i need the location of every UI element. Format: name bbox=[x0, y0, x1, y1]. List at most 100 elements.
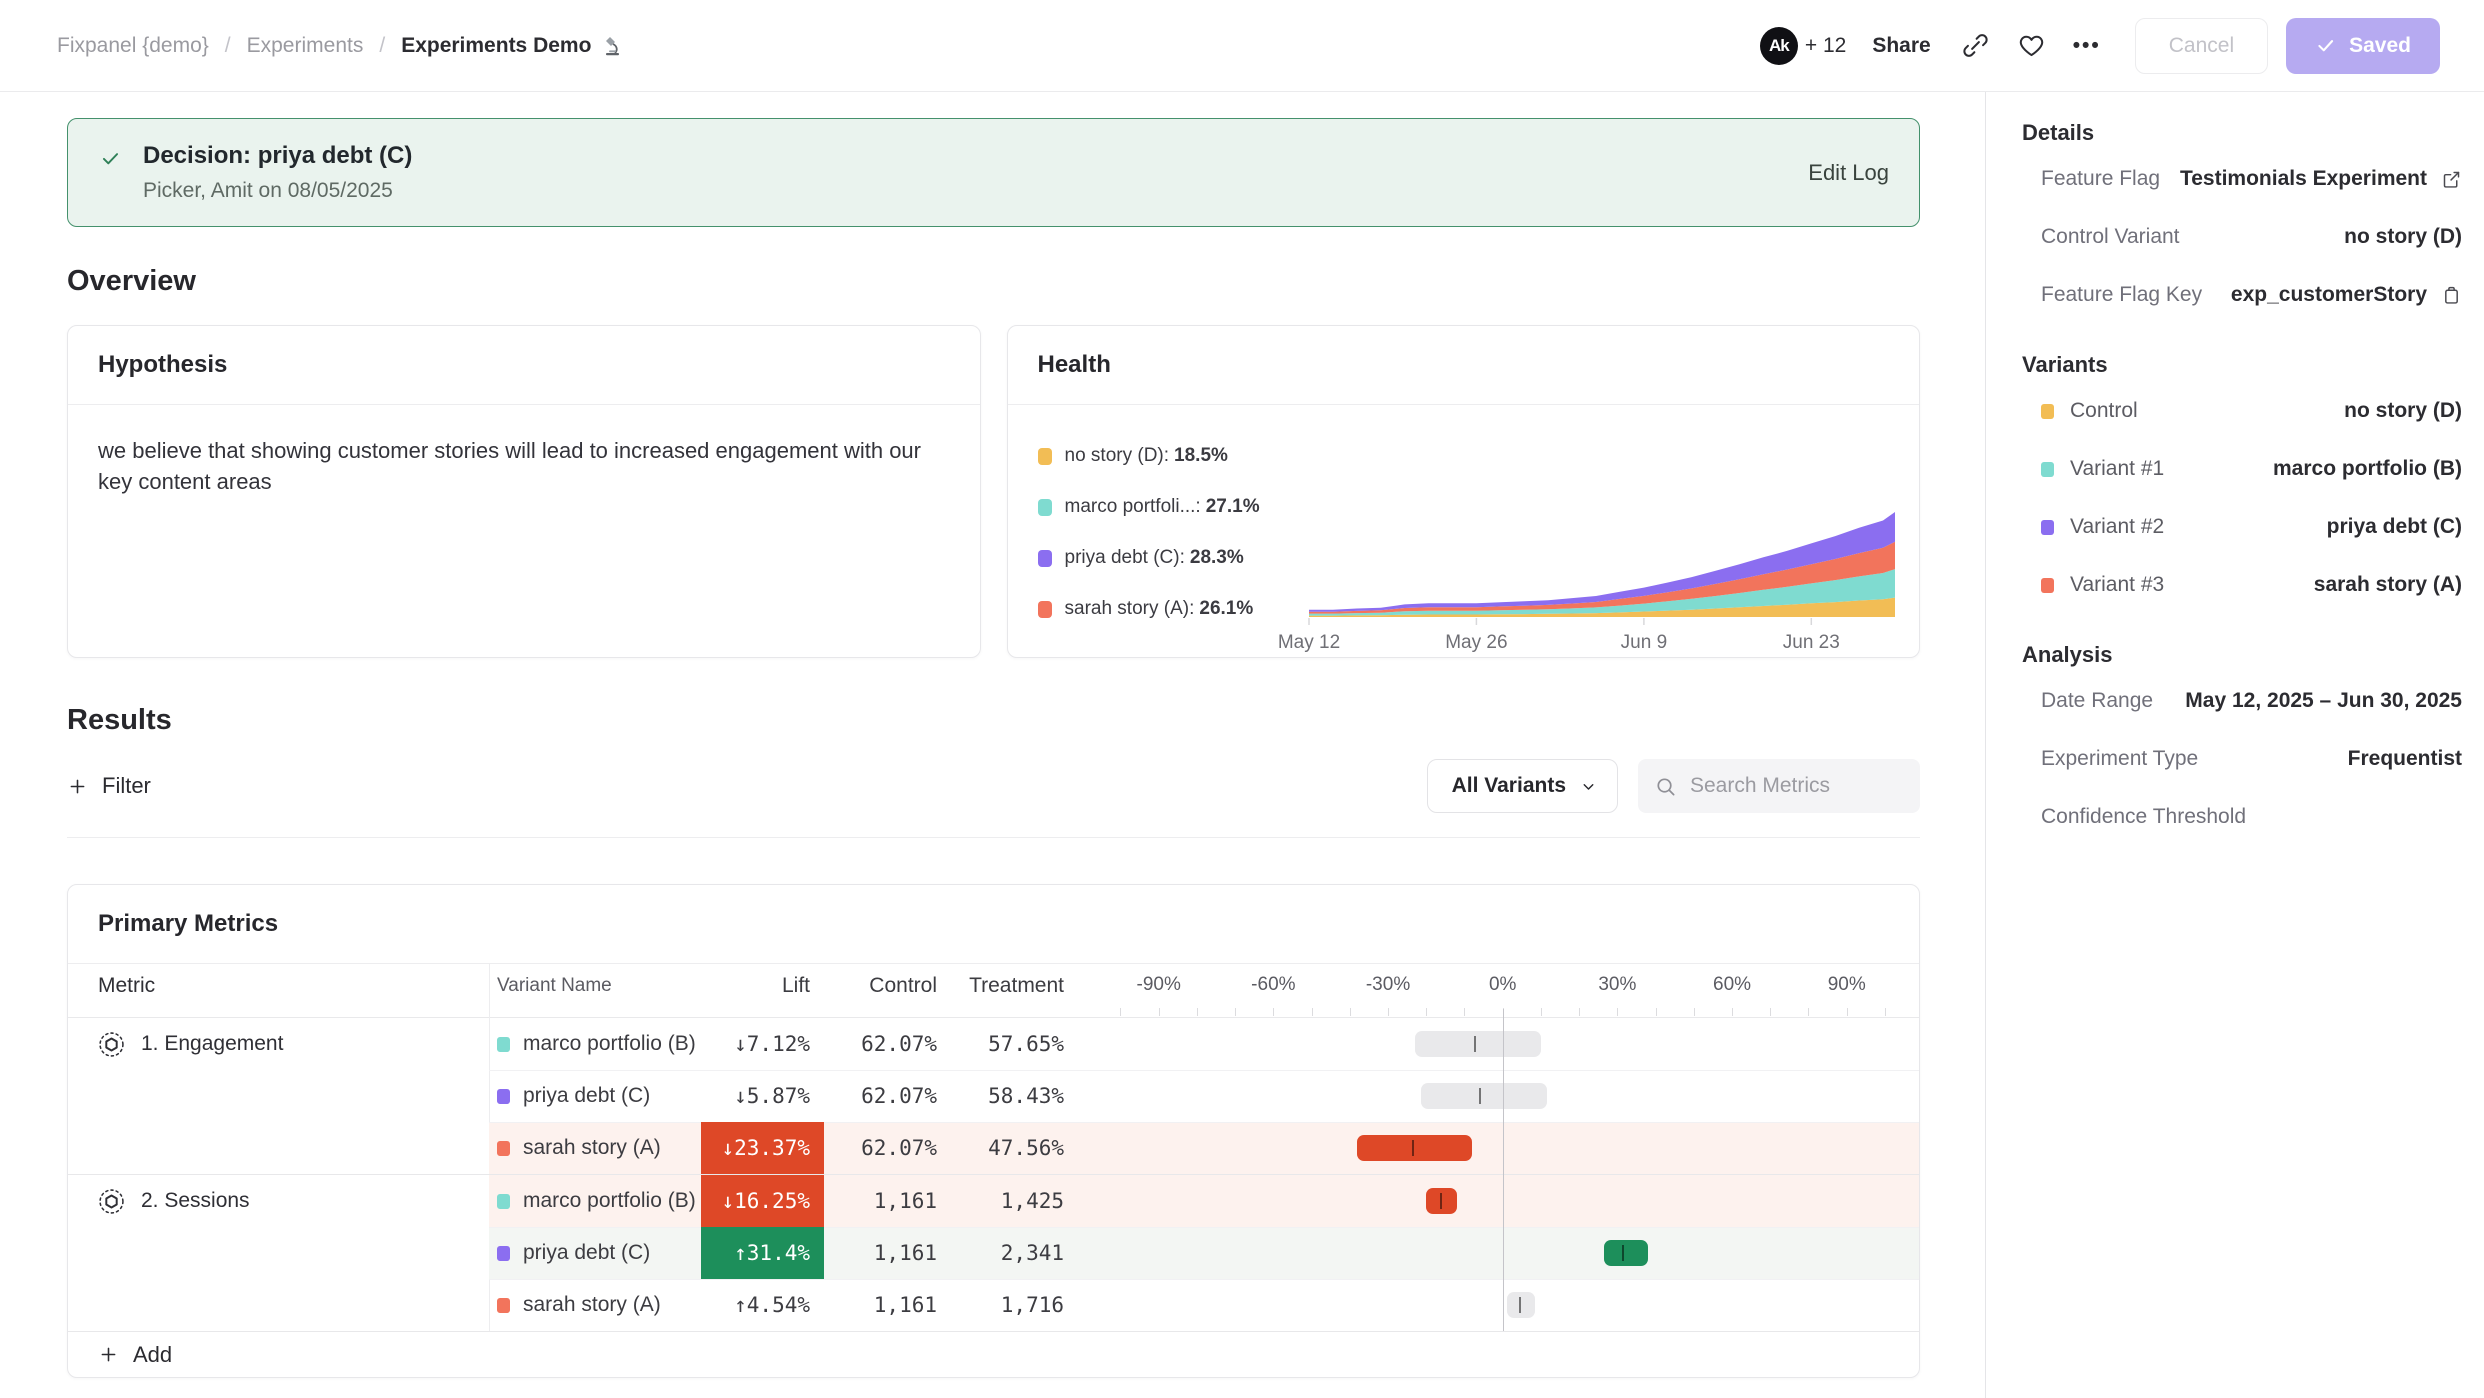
legend-label: marco portfoli...: bbox=[1065, 496, 1201, 518]
treatment-value: 2,341 bbox=[951, 1241, 1078, 1265]
cancel-button[interactable]: Cancel bbox=[2135, 18, 2268, 74]
treatment-value: 1,425 bbox=[951, 1189, 1078, 1213]
variant-color-chip bbox=[2041, 520, 2054, 535]
confidence-interval-cell bbox=[1078, 1227, 1919, 1279]
variants-dropdown[interactable]: All Variants bbox=[1427, 759, 1618, 813]
metric-group: 2. Sessionsmarco portfolio (B)↓16.25%1,1… bbox=[68, 1174, 1919, 1331]
more-menu-button[interactable]: ••• bbox=[2073, 34, 2101, 58]
add-filter-button[interactable]: Filter bbox=[67, 773, 151, 799]
variant-name: priya debt (C) bbox=[523, 1084, 650, 1108]
variant-label: Variant #3 bbox=[2041, 573, 2164, 597]
variant-name: priya debt (C) bbox=[523, 1241, 650, 1265]
favorite-heart-icon[interactable] bbox=[2017, 31, 2047, 61]
col-control: Control bbox=[824, 974, 951, 998]
lift-point-marker bbox=[1474, 1036, 1476, 1052]
variant-label: Control bbox=[2041, 399, 2138, 423]
confidence-interval-bar bbox=[1604, 1240, 1648, 1266]
variant-name: sarah story (A) bbox=[523, 1293, 661, 1317]
sidebar-row: Control no story (D) bbox=[2008, 382, 2462, 440]
hypothesis-body: we believe that showing customer stories… bbox=[68, 405, 980, 657]
sidebar-row: Control Variantno story (D) bbox=[2008, 208, 2462, 266]
table-row: 2. Sessionsmarco portfolio (B)↓16.25%1,1… bbox=[68, 1175, 1919, 1227]
table-header-row: Metric Variant Name Lift Control Treatme… bbox=[68, 964, 1919, 1008]
saved-button[interactable]: Saved bbox=[2286, 18, 2440, 74]
variant-label: Variant #1 bbox=[2041, 457, 2164, 481]
table-body: 1. Engagementmarco portfolio (B)↓7.12%62… bbox=[68, 1018, 1919, 1331]
variant-color-chip bbox=[497, 1194, 510, 1209]
chevron-down-icon bbox=[1580, 778, 1597, 795]
sidebar-label: Control Variant bbox=[2041, 225, 2180, 249]
health-legend-item: marco portfoli...:27.1% bbox=[1038, 496, 1306, 518]
sidebar-value: Frequentist bbox=[2348, 747, 2462, 771]
treatment-value: 1,716 bbox=[951, 1293, 1078, 1317]
decision-title: Decision: priya debt (C) bbox=[143, 142, 412, 170]
variant-value: marco portfolio (B) bbox=[2273, 457, 2462, 481]
metric-goal-icon bbox=[98, 1031, 125, 1058]
sidebar-label: Date Range bbox=[2041, 689, 2153, 713]
breadcrumb-separator: / bbox=[225, 34, 231, 58]
col-treatment: Treatment bbox=[951, 974, 1078, 998]
lift-value: ↓7.12% bbox=[701, 1018, 824, 1070]
sidebar-value: exp_customerStory bbox=[2231, 283, 2427, 307]
variant-color-chip bbox=[2041, 404, 2054, 419]
breadcrumb-separator: / bbox=[379, 34, 385, 58]
sidebar-row: Experiment Type Frequentist bbox=[2008, 730, 2462, 788]
sidebar-label: Confidence Threshold bbox=[2041, 805, 2246, 829]
confidence-interval-bar bbox=[1421, 1083, 1547, 1109]
add-metric-button[interactable]: Add bbox=[98, 1342, 172, 1368]
col-metric: Metric bbox=[68, 974, 489, 998]
legend-swatch bbox=[1038, 601, 1052, 618]
copy-link-icon[interactable] bbox=[1961, 31, 1991, 61]
health-legend: no story (D):18.5% marco portfoli...:27.1… bbox=[1038, 405, 1306, 657]
primary-metrics-title: Primary Metrics bbox=[68, 885, 1919, 964]
sidebar-row: Feature Flag Keyexp_customerStory bbox=[2008, 266, 2462, 324]
analysis-section: Analysis Date RangeMay 12, 2025 – Jun 30… bbox=[2008, 642, 2462, 846]
breadcrumb-experiments[interactable]: Experiments bbox=[247, 34, 364, 58]
avatar[interactable]: Ak bbox=[1760, 27, 1798, 65]
control-value: 62.07% bbox=[824, 1084, 951, 1108]
sidebar-label: Experiment Type bbox=[2041, 747, 2198, 771]
variant-color-chip bbox=[497, 1246, 510, 1261]
confidence-interval-bar bbox=[1357, 1135, 1472, 1161]
sidebar-value: Testimonials Experiment bbox=[2180, 167, 2427, 191]
search-metrics[interactable] bbox=[1638, 759, 1920, 813]
variant-value: priya debt (C) bbox=[2327, 515, 2462, 539]
share-button[interactable]: Share bbox=[1872, 34, 1930, 58]
plus-icon bbox=[67, 776, 88, 797]
health-legend-item: no story (D):18.5% bbox=[1038, 445, 1306, 467]
health-legend-item: sarah story (A):26.1% bbox=[1038, 598, 1306, 620]
treatment-value: 57.65% bbox=[951, 1032, 1078, 1056]
treatment-value: 47.56% bbox=[951, 1136, 1078, 1160]
svg-text:Jun 9: Jun 9 bbox=[1621, 632, 1667, 653]
variant-color-chip bbox=[497, 1089, 510, 1104]
sidebar-label: Feature Flag bbox=[2041, 167, 2160, 191]
svg-text:May 12: May 12 bbox=[1278, 632, 1340, 653]
variant-color-chip bbox=[2041, 462, 2054, 477]
collaborators-count[interactable]: + 12 bbox=[1805, 34, 1846, 58]
breadcrumb-project[interactable]: Fixpanel {demo} bbox=[57, 34, 209, 58]
edit-log-link[interactable]: Edit Log bbox=[1808, 160, 1889, 186]
metric-name: 2. Sessions bbox=[141, 1189, 250, 1213]
details-heading: Details bbox=[2008, 120, 2462, 146]
variant-value: no story (D) bbox=[2344, 399, 2462, 423]
external-link-icon[interactable] bbox=[2441, 169, 2462, 190]
header-actions: Ak + 12 Share ••• Cancel Saved bbox=[1760, 18, 2440, 74]
copy-icon[interactable] bbox=[2441, 285, 2462, 306]
table-row: sarah story (A)↑4.54%1,1611,716 bbox=[68, 1279, 1919, 1331]
table-row: sarah story (A)↓23.37%62.07%47.56% bbox=[68, 1122, 1919, 1174]
axis-tick-label: -60% bbox=[1251, 974, 1295, 996]
sidebar-row: Variant #2priya debt (C) bbox=[2008, 498, 2462, 556]
treatment-value: 58.43% bbox=[951, 1084, 1078, 1108]
metric-group: 1. Engagementmarco portfolio (B)↓7.12%62… bbox=[68, 1018, 1919, 1174]
lift-point-marker bbox=[1479, 1088, 1481, 1104]
lift-axis-ticks bbox=[1078, 1008, 1919, 1017]
lift-point-marker bbox=[1519, 1297, 1521, 1313]
sidebar-row: Variant #1 marco portfolio (B) bbox=[2008, 440, 2462, 498]
variant-name: marco portfolio (B) bbox=[523, 1189, 696, 1213]
variant-color-chip bbox=[497, 1141, 510, 1156]
health-legend-item: priya debt (C):28.3% bbox=[1038, 547, 1306, 569]
health-title: Health bbox=[1008, 326, 1920, 405]
health-card: Health no story (D):18.5% marco portfoli.… bbox=[1007, 325, 1921, 658]
results-toolbar: Filter All Variants bbox=[67, 759, 1920, 838]
search-metrics-input[interactable] bbox=[1690, 774, 1904, 798]
